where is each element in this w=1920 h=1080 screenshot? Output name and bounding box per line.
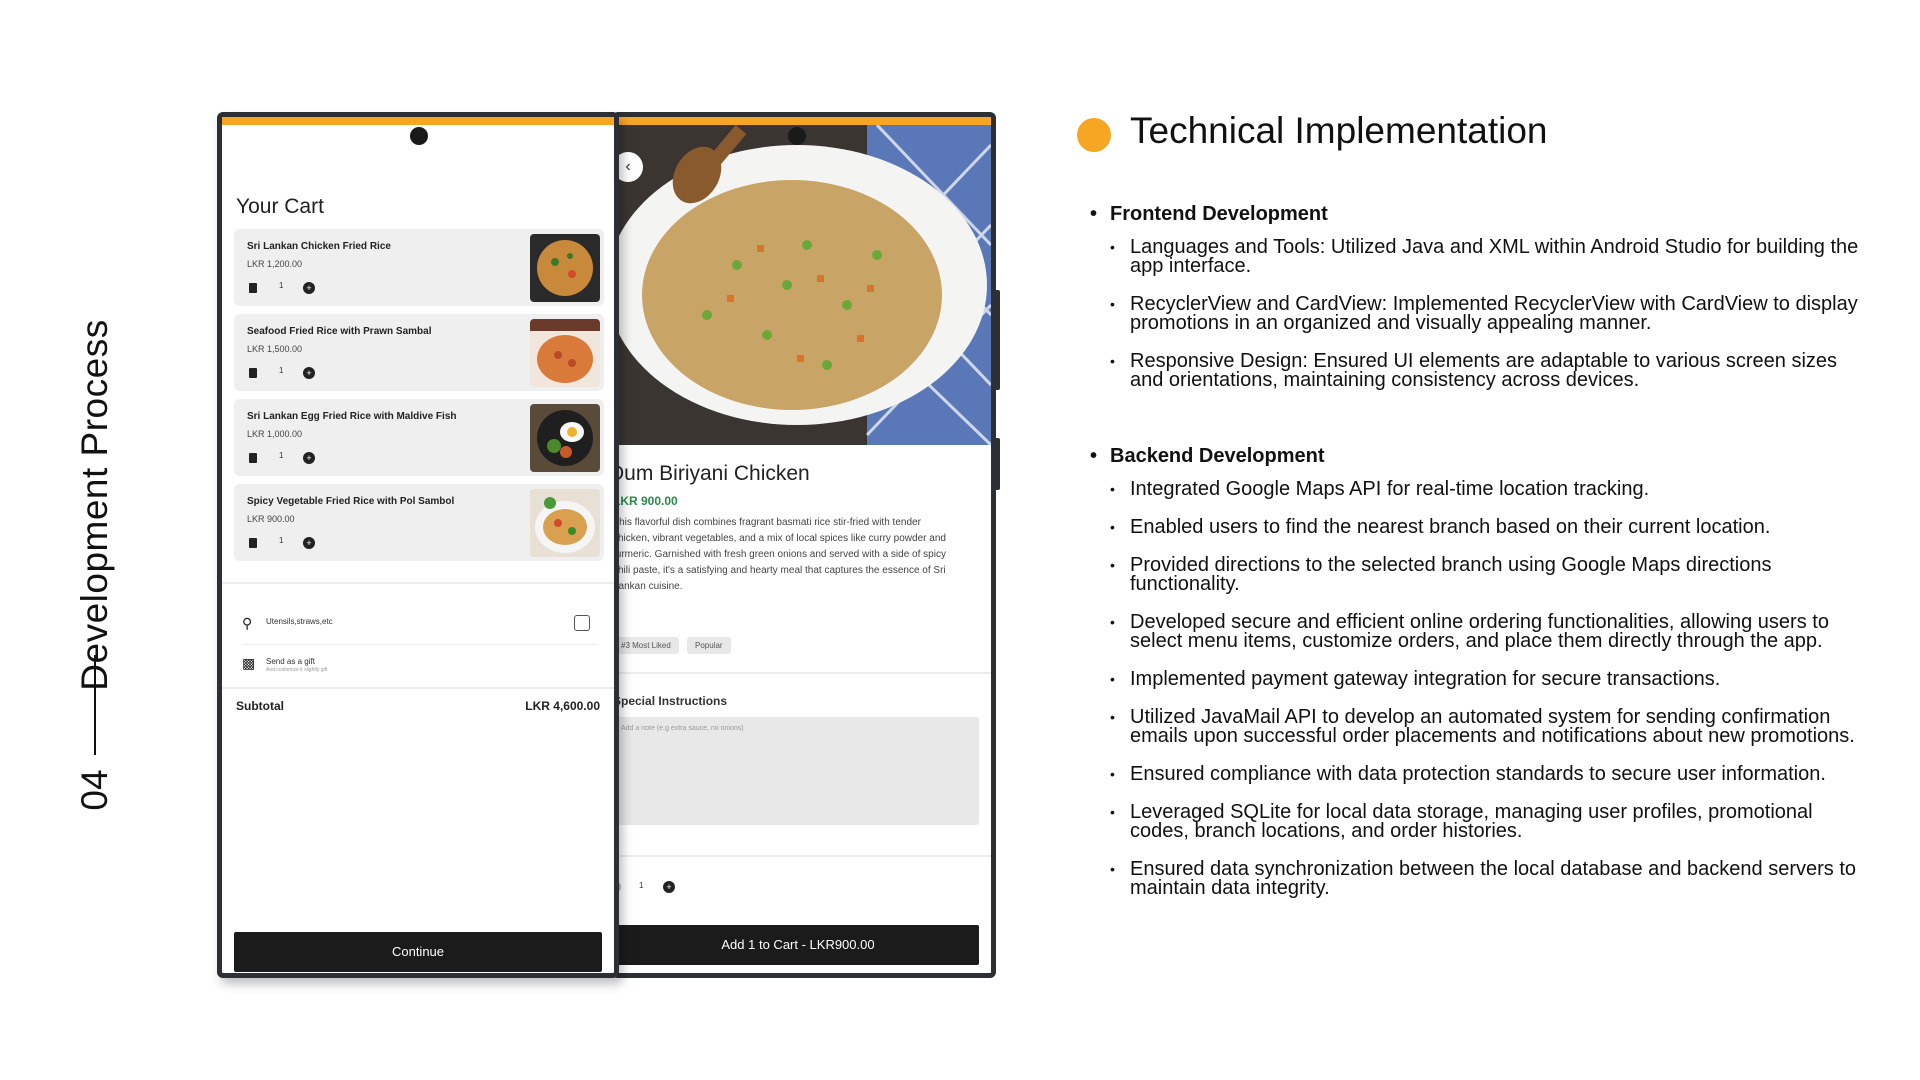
bullet-list: Integrated Google Maps API for real-time… xyxy=(1090,479,1870,898)
divider xyxy=(222,582,614,584)
accent-bar xyxy=(222,117,614,125)
cart-item[interactable]: Sri Lankan Egg Fried Rice with Maldive F… xyxy=(234,399,604,476)
bullet-item: RecyclerView and CardView: Implemented R… xyxy=(1090,294,1870,333)
divider xyxy=(617,855,991,857)
instructions-placeholder: Add a note (e.g extra sauce, no onions) xyxy=(621,725,744,732)
plus-button[interactable]: + xyxy=(303,282,315,294)
bullet-item: Utilized JavaMail API to develop an auto… xyxy=(1090,707,1870,746)
subtotal-value: LKR 4,600.00 xyxy=(525,699,600,713)
plus-button[interactable]: + xyxy=(663,881,675,893)
bullet-item: Enabled users to find the nearest branch… xyxy=(1090,517,1870,537)
trash-icon[interactable] xyxy=(249,283,257,293)
tag-popular: Popular xyxy=(687,637,731,654)
quantity-stepper: 1 + xyxy=(247,366,317,380)
phone-side-button xyxy=(995,290,1000,390)
camera-notch xyxy=(788,127,806,145)
item-thumbnail xyxy=(530,234,600,302)
trash-icon[interactable] xyxy=(249,453,257,463)
item-price: LKR 1,200.00 xyxy=(247,259,303,269)
item-thumbnail xyxy=(530,404,600,472)
item-name: Spicy Vegetable Fried Rice with Pol Samb… xyxy=(247,496,455,507)
gift-option[interactable]: ▩ Send as a gift And customize it slight… xyxy=(242,649,592,679)
quantity-value: 1 xyxy=(279,366,284,375)
accent-dot xyxy=(1077,118,1111,152)
item-name: Seafood Fried Rice with Prawn Sambal xyxy=(247,326,432,337)
side-label: Development Process 04 xyxy=(0,0,200,1080)
cart-title: Your Cart xyxy=(236,195,324,218)
divider xyxy=(617,672,991,674)
bullet-item: Provided directions to the selected bran… xyxy=(1090,555,1870,594)
instructions-input[interactable]: Add a note (e.g extra sauce, no onions) xyxy=(617,717,979,825)
gift-icon: ▩ xyxy=(242,655,256,671)
accent-bar xyxy=(617,117,991,125)
bullet-item: Leveraged SQLite for local data storage,… xyxy=(1090,802,1870,841)
bullet-item: Responsive Design: Ensured UI elements a… xyxy=(1090,351,1870,390)
item-name: Sri Lankan Egg Fried Rice with Maldive F… xyxy=(247,411,457,422)
quantity-value: 1 xyxy=(279,451,284,460)
bullet-item: Languages and Tools: Utilized Java and X… xyxy=(1090,237,1870,276)
trash-icon[interactable] xyxy=(249,368,257,378)
continue-button[interactable]: Continue xyxy=(234,932,602,972)
subtotal-label: Subtotal xyxy=(236,699,284,713)
dish-photo xyxy=(617,125,991,445)
utensils-checkbox[interactable] xyxy=(574,615,590,631)
quantity-stepper: 1 + xyxy=(247,536,317,550)
phone-cart-screen: Your Cart Sri Lankan Chicken Fried Rice … xyxy=(217,112,619,978)
bullet-item: Ensured data synchronization between the… xyxy=(1090,859,1870,898)
vertical-divider xyxy=(94,655,96,755)
quantity-stepper: 1 + xyxy=(617,879,679,895)
plus-button[interactable]: + xyxy=(303,537,315,549)
page-title: Technical Implementation xyxy=(1130,110,1548,151)
item-price: LKR 1,500.00 xyxy=(247,344,303,354)
item-thumbnail xyxy=(530,489,600,557)
quantity-value: 1 xyxy=(279,536,284,545)
item-name: Sri Lankan Chicken Fried Rice xyxy=(247,241,391,252)
bullet-item: Implemented payment gateway integration … xyxy=(1090,669,1870,689)
gift-sublabel: And customize it slightly gift xyxy=(266,667,328,673)
cart-item[interactable]: Spicy Vegetable Fried Rice with Pol Samb… xyxy=(234,484,604,561)
cart-item[interactable]: Sri Lankan Chicken Fried Rice LKR 1,200.… xyxy=(234,229,604,306)
product-description: This flavorful dish combines fragrant ba… xyxy=(613,517,946,592)
utensils-option[interactable]: ⚲ Utensils,straws,etc xyxy=(242,609,592,639)
bullet-item: Developed secure and efficient online or… xyxy=(1090,612,1870,651)
gift-label: Send as a gift xyxy=(266,657,315,666)
bullet-item: Integrated Google Maps API for real-time… xyxy=(1090,479,1870,499)
utensils-label: Utensils,straws,etc xyxy=(266,617,333,626)
cart-item[interactable]: Seafood Fried Rice with Prawn Sambal LKR… xyxy=(234,314,604,391)
quantity-stepper: 1 + xyxy=(247,451,317,465)
camera-notch xyxy=(410,127,428,145)
product-price: LKR 900.00 xyxy=(613,494,678,508)
add-to-cart-button[interactable]: Add 1 to Cart - LKR900.00 xyxy=(617,925,979,965)
divider xyxy=(222,687,614,689)
plus-button[interactable]: + xyxy=(303,452,315,464)
phone-side-button xyxy=(995,438,1000,490)
bullet-list: Languages and Tools: Utilized Java and X… xyxy=(1090,237,1870,390)
instructions-title: Special Instructions xyxy=(613,694,728,708)
plus-button[interactable]: + xyxy=(303,367,315,379)
section-heading: Backend Development xyxy=(1090,445,1870,468)
tag-most-liked: #3 Most Liked xyxy=(617,637,679,654)
chevron-left-icon: ‹ xyxy=(625,158,631,175)
section-heading: Frontend Development xyxy=(1090,203,1870,226)
quantity-value: 1 xyxy=(639,881,644,890)
divider xyxy=(242,644,598,645)
quantity-stepper: 1 + xyxy=(247,281,317,295)
item-price: LKR 900.00 xyxy=(247,514,295,524)
quantity-value: 1 xyxy=(279,281,284,290)
item-thumbnail xyxy=(530,319,600,387)
bullet-item: Ensured compliance with data protection … xyxy=(1090,764,1870,784)
item-price: LKR 1,000.00 xyxy=(247,429,303,439)
section-title-vertical: Development Process xyxy=(74,319,115,691)
trash-icon[interactable] xyxy=(249,538,257,548)
product-name: Dum Biriyani Chicken xyxy=(612,462,810,485)
utensils-icon: ⚲ xyxy=(242,615,253,631)
backend-section: Backend Development Integrated Google Ma… xyxy=(1090,445,1870,917)
phone-product-screen: ‹ Dum Biriyani Chicken LKR 900.00 This f… xyxy=(612,112,996,978)
frontend-section: Frontend Development Languages and Tools… xyxy=(1090,203,1870,409)
section-number: 04 xyxy=(74,769,115,811)
